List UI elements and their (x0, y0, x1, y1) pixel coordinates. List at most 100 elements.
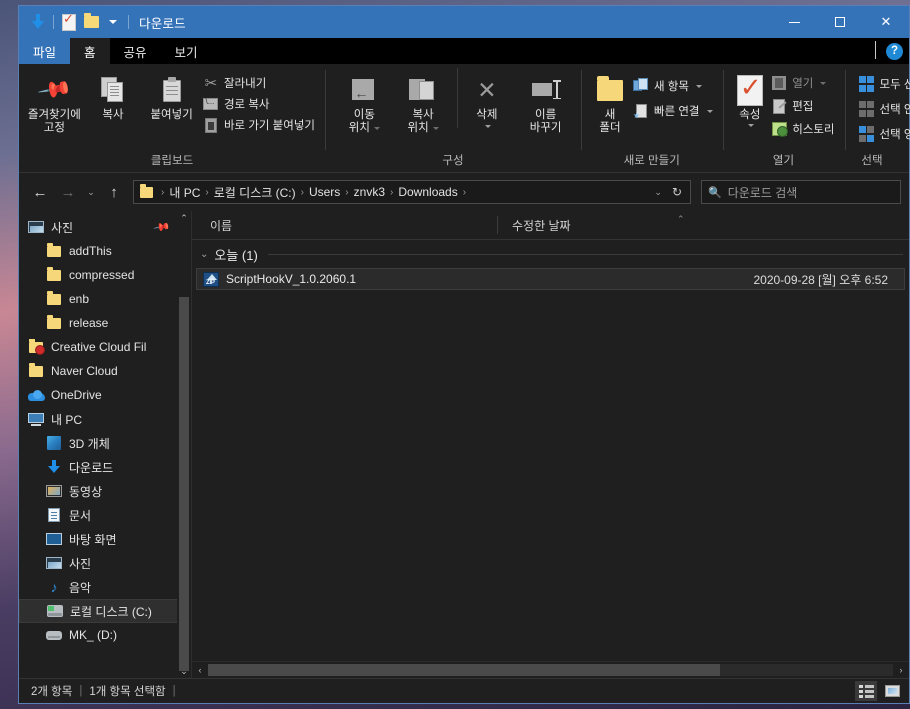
explorer-content: 사진📌addThiscompressedenbreleaseCreative C… (19, 211, 909, 678)
copy-path-button[interactable]: 경로 복사 (201, 95, 319, 113)
creative-cloud-files-icon (27, 342, 45, 353)
select-none-button[interactable]: 선택 안 함 (857, 100, 910, 118)
file-group-header[interactable]: ⌄오늘 (1) (192, 240, 909, 268)
sidebar-item-16[interactable]: 로컬 디스크 (C:) (19, 599, 191, 623)
invert-selection-button[interactable]: 선택 영역 반전 (857, 125, 910, 143)
delete-caret-icon[interactable] (485, 125, 491, 128)
tab-view[interactable]: 보기 (161, 38, 212, 64)
search-placeholder: 다운로드 검색 (728, 184, 798, 201)
quick-access-button[interactable]: ★ 빠른 연결 (631, 102, 717, 120)
paste-button[interactable]: 붙여넣기 (142, 68, 201, 122)
breadcrumb-item-4[interactable]: Downloads (397, 185, 458, 199)
horizontal-scrollbar[interactable]: ‹ › (192, 661, 909, 678)
sidebar-item-label: Creative Cloud Fil (51, 340, 146, 354)
properties-icon (737, 74, 763, 106)
sidebar-item-13[interactable]: 바탕 화면 (19, 527, 191, 551)
hscroll-right-icon[interactable]: › (893, 665, 909, 675)
sidebar-item-label: enb (69, 292, 89, 306)
table-row[interactable]: ZIPScriptHookV_1.0.2060.12020-09-28 [월] … (196, 268, 905, 290)
download-icon[interactable] (27, 11, 49, 33)
copy-to-caret-icon[interactable] (433, 127, 439, 130)
tab-file[interactable]: 파일 (19, 38, 70, 64)
forward-button[interactable]: → (55, 179, 81, 205)
sidebar-item-17[interactable]: MK_ (D:) (19, 623, 191, 647)
move-to-button[interactable]: ← 이동 위치 (335, 68, 394, 135)
refresh-icon[interactable]: ↻ (668, 185, 686, 199)
navigation-scrollbar[interactable]: ⌃ ⌄ (177, 211, 191, 678)
breadcrumb-item-2[interactable]: Users (308, 185, 341, 199)
hscroll-left-icon[interactable]: ‹ (192, 665, 208, 675)
move-to-caret-icon[interactable] (374, 127, 380, 130)
open-button[interactable]: 열기 (769, 74, 838, 92)
sidebar-item-3[interactable]: enb (19, 287, 191, 311)
sidebar-item-12[interactable]: 문서 (19, 503, 191, 527)
customize-caret-icon[interactable] (102, 11, 124, 33)
sidebar-item-6[interactable]: Naver Cloud (19, 359, 191, 383)
properties-button[interactable]: 속성 (731, 68, 770, 127)
paste-shortcut-button[interactable]: 바로 가기 붙여넣기 (201, 116, 319, 134)
hscroll-track[interactable] (208, 664, 893, 676)
minimize-button[interactable] (771, 6, 817, 38)
help-button[interactable]: ? (886, 43, 903, 60)
new-folder-icon[interactable] (80, 11, 102, 33)
history-button[interactable]: 히스토리 (769, 120, 838, 138)
paste-shortcut-label: 바로 가기 붙여넣기 (224, 117, 315, 133)
delete-icon: ✕ (477, 74, 496, 106)
sidebar-item-4[interactable]: release (19, 311, 191, 335)
quick-access-caret-icon[interactable] (707, 110, 713, 113)
select-all-button[interactable]: 모두 선택 (857, 75, 910, 93)
breadcrumb[interactable]: › 내 PC › 로컬 디스크 (C:) › Users › znvk3 › D… (133, 180, 691, 204)
large-icons-view-button[interactable] (881, 681, 903, 701)
nav-scroll-thumb[interactable] (179, 297, 189, 671)
copy-button[interactable]: 복사 (84, 68, 143, 122)
column-header-date[interactable]: 수정한 날짜 (498, 217, 571, 234)
maximize-button[interactable] (817, 6, 863, 38)
desktop-icon (45, 533, 63, 545)
sidebar-item-8[interactable]: 내 PC (19, 407, 191, 431)
sidebar-item-14[interactable]: 사진 (19, 551, 191, 575)
sidebar-item-9[interactable]: 3D 개체 (19, 431, 191, 455)
sidebar-item-2[interactable]: compressed (19, 263, 191, 287)
sidebar-item-0[interactable]: 사진📌 (19, 215, 191, 239)
sidebar-item-1[interactable]: addThis (19, 239, 191, 263)
edit-button[interactable]: 편집 (769, 97, 838, 115)
recent-locations-button[interactable]: ⌄ (83, 179, 99, 205)
copy-to-button[interactable]: 복사 위치 (394, 68, 453, 135)
new-item-caret-icon[interactable] (696, 85, 702, 88)
pin-to-quick-access-button[interactable]: 📌 즐겨찾기에 고정 (25, 68, 84, 135)
new-folder-button[interactable]: 새 폴더 (589, 68, 631, 135)
pin-icon[interactable]: 📌 (153, 218, 172, 237)
nav-scroll-up-icon[interactable]: ⌃ (180, 211, 188, 225)
collapse-ribbon-button[interactable] (875, 42, 876, 60)
search-input[interactable]: 🔍 다운로드 검색 (701, 180, 901, 204)
sidebar-item-5[interactable]: Creative Cloud Fil (19, 335, 191, 359)
new-item-label: 새 항목 (654, 78, 689, 94)
delete-button[interactable]: ✕ 삭제 (457, 68, 517, 128)
hscroll-thumb[interactable] (208, 664, 720, 676)
sidebar-item-7[interactable]: OneDrive (19, 383, 191, 407)
cut-button[interactable]: ✂ 잘라내기 (201, 74, 319, 92)
previous-locations-icon[interactable]: ⌄ (648, 187, 668, 198)
up-button[interactable]: ↑ (101, 179, 127, 205)
breadcrumb-item-0[interactable]: 내 PC (168, 184, 201, 201)
properties-caret-icon[interactable] (748, 124, 754, 127)
column-header-name[interactable]: 이름 (192, 217, 497, 234)
properties-icon[interactable] (58, 11, 80, 33)
details-view-button[interactable] (855, 681, 877, 701)
close-button[interactable]: ✕ (863, 6, 909, 38)
sidebar-item-15[interactable]: ♪음악 (19, 575, 191, 599)
group-collapse-icon[interactable]: ⌄ (200, 249, 208, 260)
edit-label: 편집 (792, 98, 813, 114)
breadcrumb-item-3[interactable]: znvk3 (353, 185, 386, 199)
window-title: 다운로드 (139, 13, 186, 32)
breadcrumb-item-1[interactable]: 로컬 디스크 (C:) (213, 184, 297, 201)
open-caret-icon[interactable] (820, 82, 826, 85)
rename-button[interactable]: 이름 바꾸기 (516, 68, 575, 135)
tab-share[interactable]: 공유 (110, 38, 161, 64)
back-button[interactable]: ← (27, 179, 53, 205)
new-item-button[interactable]: 새 항목 (631, 77, 717, 95)
file-list[interactable]: ⌄오늘 (1)ZIPScriptHookV_1.0.2060.12020-09-… (192, 240, 909, 661)
sidebar-item-11[interactable]: 동영상 (19, 479, 191, 503)
sidebar-item-10[interactable]: 다운로드 (19, 455, 191, 479)
tab-home[interactable]: 홈 (70, 38, 110, 64)
